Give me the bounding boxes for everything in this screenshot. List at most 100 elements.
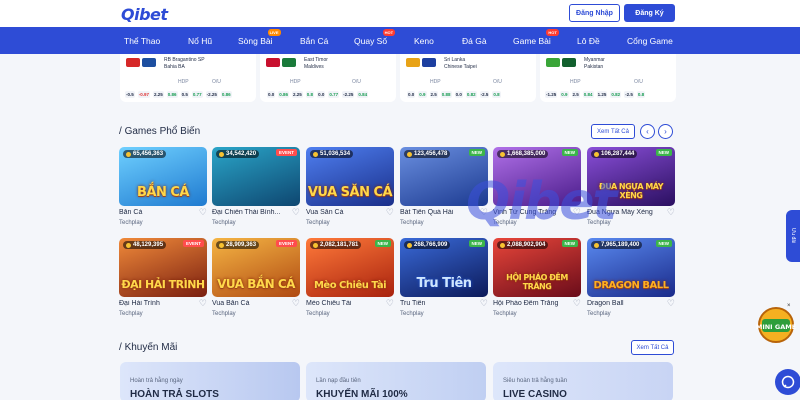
game-thumbnail[interactable]: 28,909,363 EVENT VUA BẮN CÁ (212, 238, 300, 297)
chat-icon[interactable] (775, 369, 800, 395)
odds-cell[interactable]: 0.9 (418, 91, 427, 98)
promo-card[interactable]: Siêu hoàn trả hằng tuần LIVE CASINO (493, 362, 673, 400)
game-card[interactable]: 65,456,363 BẮN CÁ Bắn Cá ♡ Techplay (119, 147, 207, 226)
games-see-all-button[interactable]: Xem Tất Cả (591, 124, 635, 139)
nav-item-no-hu[interactable]: Nổ Hũ (188, 27, 212, 54)
game-thumbnail[interactable]: 48,129,395 EVENT ĐẠI HẢI TRÌNH (119, 238, 207, 297)
odds-cell[interactable]: 0.8 (492, 91, 501, 98)
game-name: Vua Bắn Cá (212, 300, 250, 307)
game-card[interactable]: 51,036,534 VUA SĂN CÁ Vua Săn Cá ♡ Techp… (306, 147, 394, 226)
game-card[interactable]: 48,129,395 EVENT ĐẠI HẢI TRÌNH Đại Hải T… (119, 238, 207, 317)
side-promo-tab[interactable]: Ưu đãi (786, 210, 800, 262)
odds-cell[interactable]: 0.77 (191, 91, 203, 98)
promo-card[interactable]: Hoàn trả hằng ngày HOÀN TRẢ SLOTS (120, 362, 300, 400)
team-flag-icon (562, 58, 576, 67)
odds-cell[interactable]: 0.86 (166, 91, 178, 98)
thumbnail-title: VUA BẮN CÁ (217, 277, 295, 291)
odds-cell[interactable]: 0.86 (278, 91, 290, 98)
odds-cell[interactable]: -2.25 (205, 91, 218, 98)
nav-item-lo-de[interactable]: Lô Đề (577, 27, 600, 54)
game-thumbnail[interactable]: 34,542,420 EVENT (212, 147, 300, 206)
chevron-left-icon[interactable]: ‹ (640, 124, 655, 139)
nav-item-da-ga[interactable]: Đá Gà (462, 27, 487, 54)
game-name: Dragon Ball (587, 300, 624, 307)
event-tag: EVENT (182, 240, 204, 247)
odds-cell[interactable]: 0.77 (328, 91, 340, 98)
odds-cell[interactable]: 0.82 (465, 91, 477, 98)
heart-icon[interactable]: ♡ (199, 299, 207, 308)
odds-cell[interactable]: 0.0 (267, 91, 276, 98)
game-thumbnail[interactable]: 268,766,909 NEW Tru Tiên (400, 238, 488, 297)
heart-icon[interactable]: ♡ (573, 299, 581, 308)
odds-cell[interactable]: 0.88 (440, 91, 452, 98)
game-thumbnail[interactable]: 65,456,363 BẮN CÁ (119, 147, 207, 206)
team1-name: Sri Lanka (444, 57, 466, 63)
game-card[interactable]: 2,088,902,904 NEW HỘI PHÁO ĐÊM TRĂNG Hội… (493, 238, 581, 317)
game-name: Đại Hải Trình (119, 300, 160, 307)
heart-icon[interactable]: ♡ (199, 208, 207, 217)
odds-cell[interactable]: -2.5 (479, 91, 490, 98)
odds-cell[interactable]: -2.25 (342, 91, 355, 98)
hdp-label: HDP (570, 79, 581, 85)
odds-cell[interactable]: 0.84 (357, 91, 369, 98)
odds-cell[interactable]: -0.97 (137, 91, 151, 98)
game-card[interactable]: 34,542,420 EVENT Đại Chiến Thái Bình... … (212, 147, 300, 226)
new-tag: NEW (468, 149, 485, 156)
nav-item-song-bai[interactable]: Sòng Bài LIVE (238, 27, 281, 54)
odds-cell[interactable]: 1.25 (596, 91, 608, 98)
game-thumbnail[interactable]: 2,082,181,781 NEW Mèo Chiêu Tài (306, 238, 394, 297)
odds-cell[interactable]: 2.5 (429, 91, 438, 98)
heart-icon[interactable]: ♡ (480, 299, 488, 308)
odds-cell[interactable]: 0.0 (407, 91, 416, 98)
heart-icon[interactable]: ♡ (292, 299, 300, 308)
nav-item-keno[interactable]: Keno (414, 27, 434, 54)
odds-cell[interactable]: 0.5 (180, 91, 189, 98)
heart-icon[interactable]: ♡ (667, 208, 675, 217)
team2-name: Maldives (304, 64, 324, 70)
heart-icon[interactable]: ♡ (667, 299, 675, 308)
promo-card[interactable]: Lần nạp đầu tiên KHUYẾN MÃI 100% (306, 362, 486, 400)
nav-item-cong-game[interactable]: Cổng Game (627, 27, 673, 54)
game-thumbnail[interactable]: 2,088,902,904 NEW HỘI PHÁO ĐÊM TRĂNG (493, 238, 581, 297)
game-card[interactable]: 2,082,181,781 NEW Mèo Chiêu Tài Mèo Chiê… (306, 238, 394, 317)
game-card[interactable]: 28,909,363 EVENT VUA BẮN CÁ Vua Bắn Cá ♡… (212, 238, 300, 317)
odds-cell[interactable]: 2.25 (153, 91, 164, 98)
player-count: 65,456,363 (123, 150, 167, 158)
odds-cell[interactable]: -1.25 (545, 91, 558, 98)
player-count: 28,909,363 (216, 241, 260, 249)
coin-icon (594, 151, 599, 157)
count-text: 1,668,385,000 (507, 151, 546, 157)
nav-item-ban-ca[interactable]: Bắn Cá (300, 27, 328, 54)
odds-cell[interactable]: 0.0 (454, 91, 463, 98)
chevron-right-icon[interactable]: › (658, 124, 673, 139)
site-logo[interactable]: Qibet (121, 4, 168, 24)
team2-name: Bahia BA (164, 64, 185, 70)
mini-game-widget[interactable]: MINI GAME (756, 305, 796, 345)
player-count: 48,129,395 (123, 241, 167, 249)
odds-cell[interactable]: 2.5 (571, 91, 580, 98)
odds-cell[interactable]: 0.8 (636, 91, 646, 98)
heart-icon[interactable]: ♡ (386, 299, 394, 308)
odds-cell[interactable]: 0.0 (317, 91, 326, 98)
odds-cell[interactable]: 0.9 (560, 91, 569, 98)
ou-label: O/U (352, 79, 361, 85)
promo-see-all-button[interactable]: Xem Tất Cả (631, 340, 674, 355)
register-button[interactable]: Đăng Ký (624, 4, 675, 22)
nav-item-quay-so[interactable]: Quay Số HOT (354, 27, 396, 54)
heart-icon[interactable]: ♡ (292, 208, 300, 217)
odds-cell[interactable]: 0.84 (582, 91, 594, 98)
odds-cell[interactable]: 0.82 (610, 91, 622, 98)
odds-cell[interactable]: -2.5 (624, 91, 634, 98)
game-thumbnail[interactable]: 51,036,534 VUA SĂN CÁ (306, 147, 394, 206)
login-button[interactable]: Đăng Nhập (569, 4, 620, 22)
game-card[interactable]: 7,965,189,400 NEW DRAGON BALL Dragon Bal… (587, 238, 675, 317)
odds-cell[interactable]: 0.8 (305, 91, 315, 98)
odds-cell[interactable]: 0.86 (220, 91, 232, 98)
odds-cell[interactable]: -0.5 (125, 91, 135, 98)
odds-cell[interactable]: 2.25 (292, 91, 303, 98)
game-thumbnail[interactable]: 7,965,189,400 NEW DRAGON BALL (587, 238, 675, 297)
nav-item-the-thao[interactable]: Thể Thao (124, 27, 160, 54)
heart-icon[interactable]: ♡ (386, 208, 394, 217)
game-card[interactable]: 268,766,909 NEW Tru Tiên Tru Tiên ♡ Tech… (400, 238, 488, 317)
nav-item-game-bai[interactable]: Game Bài HOT (513, 27, 559, 54)
